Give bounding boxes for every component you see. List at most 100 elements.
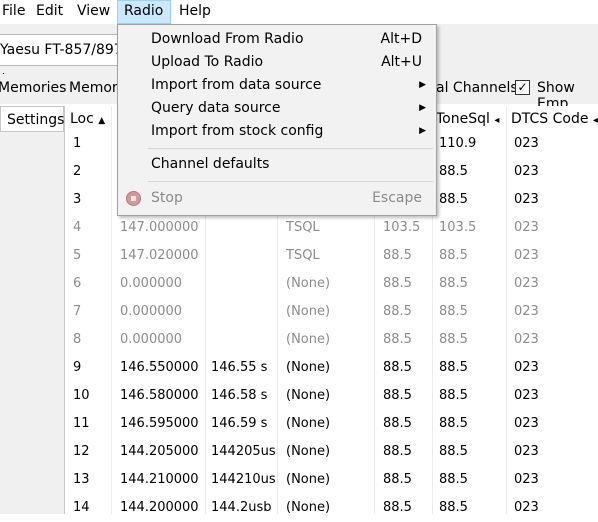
cell-loc: 13 — [73, 472, 90, 487]
menu-edit[interactable]: Edit — [30, 0, 69, 24]
cell-name: 144210us — [211, 472, 276, 487]
cell-tone: 88.5 — [383, 388, 412, 403]
cell-tone-mode: (None) — [286, 304, 331, 319]
cell-loc: 7 — [73, 304, 82, 319]
cell-tonesql: 88.5 — [439, 360, 468, 375]
cell-loc: 12 — [73, 444, 90, 459]
cell-frequency: 144.205000 — [120, 444, 199, 459]
cell-tonesql: 88.5 — [439, 472, 468, 487]
cell-dtcs: 023 — [514, 500, 539, 515]
menu-view[interactable]: View — [71, 0, 116, 24]
cell-tone-mode: (None) — [286, 388, 331, 403]
cell-name: 144.2usb — [211, 500, 272, 515]
table-row[interactable]: 4 147.000000 TSQL 103.5 103.5 023 — [65, 214, 598, 242]
table-row[interactable]: 6 0.000000 (None) 88.5 88.5 023 — [65, 270, 598, 298]
menu-item-upload-to-radio[interactable]: Upload To Radio Alt+U — [118, 51, 436, 74]
table-row[interactable]: 13 144.210000 144210us (None) 88.5 88.5 023 — [65, 466, 598, 494]
cell-tone-mode: (None) — [286, 360, 331, 375]
menu-item-channel-defaults[interactable]: Channel defaults — [118, 153, 436, 176]
table-row[interactable]: 12 144.205000 144205us (None) 88.5 88.5 023 — [65, 438, 598, 466]
cell-tonesql: 103.5 — [439, 220, 477, 235]
cell-tonesql: 88.5 — [439, 192, 468, 207]
cell-name: 146.58 s — [211, 388, 268, 403]
cell-loc: 2 — [73, 164, 82, 179]
radio-menu-dropdown: Download From Radio Alt+D Upload To Radi… — [117, 24, 437, 216]
cell-tone: 88.5 — [383, 444, 412, 459]
cell-frequency: 146.595000 — [120, 416, 199, 431]
cell-frequency: 0.000000 — [120, 276, 183, 291]
column-header-tonesql-label: ToneSql — [436, 111, 490, 127]
table-row[interactable]: 9 146.550000 146.55 s (None) 88.5 88.5 023 — [65, 354, 598, 382]
cell-tone: 88.5 — [383, 248, 412, 263]
cell-tonesql: 88.5 — [439, 416, 468, 431]
menu-item-stop[interactable]: Stop Escape — [118, 187, 436, 210]
menu-help[interactable]: Help — [173, 0, 217, 24]
cell-frequency: 144.200000 — [120, 500, 199, 515]
cell-name: 146.59 s — [211, 416, 268, 431]
submenu-arrow-icon: ▶ — [419, 126, 426, 136]
menu-item-import-from-data-source[interactable]: Import from data source ▶ — [118, 74, 436, 97]
settings-button[interactable]: Settings — [0, 106, 64, 132]
radio-tab[interactable]: Yaesu FT-857/897 ( — [0, 34, 131, 88]
cell-tone-mode: TSQL — [286, 248, 320, 263]
column-header-dtcs-label: DTCS Code — [511, 111, 589, 127]
cell-tone: 88.5 — [383, 304, 412, 319]
cell-dtcs: 023 — [514, 304, 539, 319]
menu-radio[interactable]: Radio — [117, 0, 171, 24]
cell-tonesql: 88.5 — [439, 388, 468, 403]
settings-panel: Settings — [0, 106, 65, 514]
table-row[interactable]: 14 144.200000 144.2usb (None) 88.5 88.5 023 — [65, 494, 598, 522]
column-header-dtcs[interactable]: DTCS Code ◂ — [511, 106, 598, 132]
show-empty-checkbox[interactable]: ✓ — [515, 80, 530, 95]
menu-item-label: Channel defaults — [151, 156, 270, 172]
cell-loc: 14 — [73, 500, 90, 515]
cell-name: 146.55 s — [211, 360, 268, 375]
tab-special-channels[interactable]: al Channels — [436, 80, 518, 96]
menu-item-accelerator: Alt+U — [381, 54, 422, 70]
cell-tone: 88.5 — [383, 472, 412, 487]
menu-item-label: Stop — [151, 190, 183, 206]
cell-frequency: 144.210000 — [120, 472, 199, 487]
cell-dtcs: 023 — [514, 136, 539, 151]
menu-item-import-from-stock-config[interactable]: Import from stock config ▶ — [118, 120, 436, 143]
sort-left-icon: ◂ — [494, 115, 500, 126]
menu-file[interactable]: File — [0, 0, 31, 24]
cell-loc: 10 — [73, 388, 90, 403]
menu-item-query-data-source[interactable]: Query data source ▶ — [118, 97, 436, 120]
cell-name: 144205us — [211, 444, 276, 459]
cell-tonesql: 88.5 — [439, 248, 468, 263]
menu-bar: File Edit View Radio Help — [0, 0, 598, 25]
table-row[interactable]: 11 146.595000 146.59 s (None) 88.5 88.5 023 — [65, 410, 598, 438]
cell-loc: 6 — [73, 276, 82, 291]
cell-loc: 3 — [73, 192, 82, 207]
cell-dtcs: 023 — [514, 388, 539, 403]
cell-frequency: 147.000000 — [120, 220, 199, 235]
cell-dtcs: 023 — [514, 220, 539, 235]
tab-memories[interactable]: Memories — [0, 80, 66, 96]
cell-dtcs: 023 — [514, 416, 539, 431]
cell-tone-mode: (None) — [286, 500, 331, 515]
cell-tone-mode: (None) — [286, 444, 331, 459]
cell-loc: 11 — [73, 416, 90, 431]
column-header-tonesql[interactable]: ToneSql ◂ — [436, 106, 499, 132]
menu-item-download-from-radio[interactable]: Download From Radio Alt+D — [118, 28, 436, 51]
cell-tonesql: 88.5 — [439, 332, 468, 347]
table-row[interactable]: 10 146.580000 146.58 s (None) 88.5 88.5 023 — [65, 382, 598, 410]
cell-tonesql: 88.5 — [439, 444, 468, 459]
cell-tone: 88.5 — [383, 276, 412, 291]
menu-item-label: Upload To Radio — [151, 54, 264, 70]
cell-loc: 8 — [73, 332, 82, 347]
submenu-arrow-icon: ▶ — [419, 103, 426, 113]
menu-item-accelerator: Alt+D — [380, 31, 422, 47]
tab-memories-2[interactable]: Memor — [69, 80, 118, 96]
table-row[interactable]: 8 0.000000 (None) 88.5 88.5 023 — [65, 326, 598, 354]
cell-tone-mode: (None) — [286, 276, 331, 291]
stop-icon — [126, 191, 141, 206]
cell-tone-mode: (None) — [286, 332, 331, 347]
column-header-loc[interactable]: Loc ▲ — [70, 106, 105, 132]
menu-separator — [148, 181, 433, 182]
sort-up-icon: ▲ — [98, 116, 106, 126]
cell-frequency: 0.000000 — [120, 332, 183, 347]
table-row[interactable]: 7 0.000000 (None) 88.5 88.5 023 — [65, 298, 598, 326]
table-row[interactable]: 5 147.020000 TSQL 88.5 88.5 023 — [65, 242, 598, 270]
